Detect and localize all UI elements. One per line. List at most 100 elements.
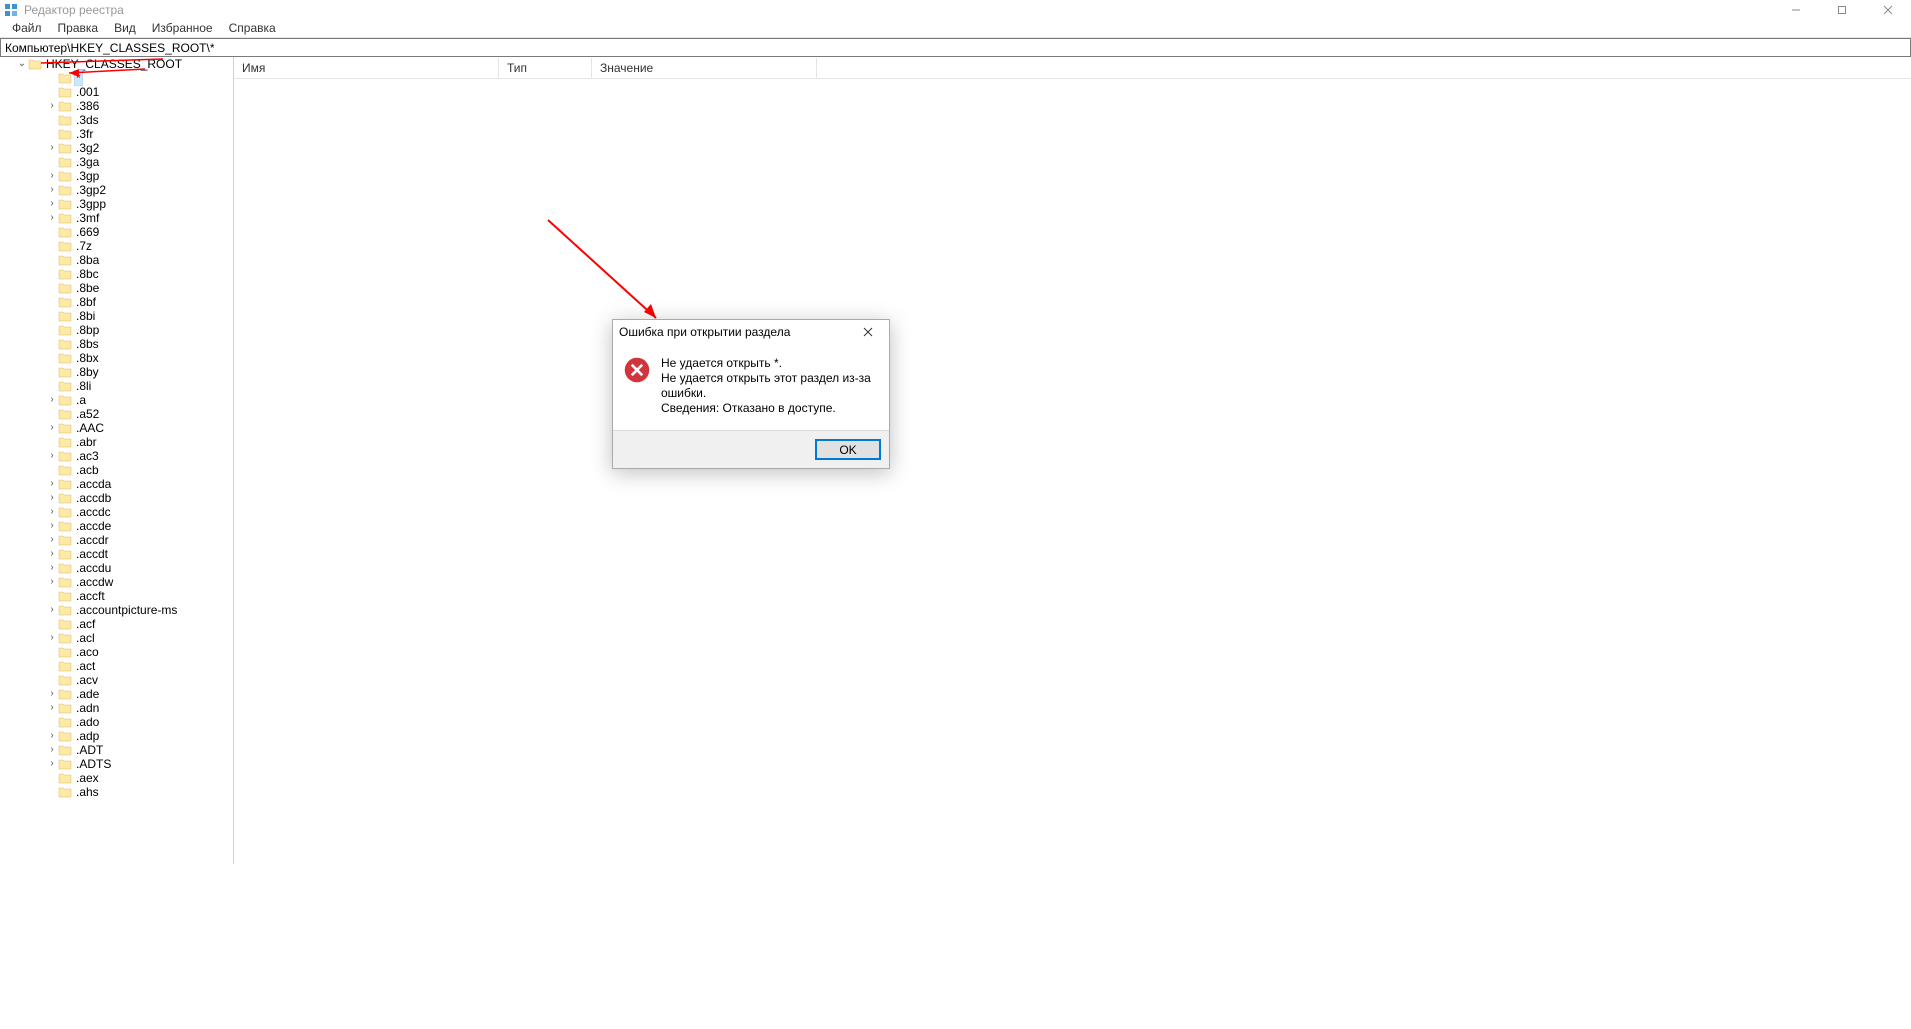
tree-item[interactable]: ›.acl [30, 631, 233, 645]
chevron-right-icon[interactable]: › [46, 141, 58, 155]
tree-item[interactable]: .act [30, 659, 233, 673]
menu-help[interactable]: Справка [221, 19, 284, 37]
chevron-right-icon[interactable]: › [46, 575, 58, 589]
tree-item[interactable]: .acv [30, 673, 233, 687]
tree-item[interactable]: .8bf [30, 295, 233, 309]
tree-item[interactable]: ›.accda [30, 477, 233, 491]
tree-item[interactable]: ›.accountpicture-ms [30, 603, 233, 617]
chevron-right-icon[interactable]: › [46, 99, 58, 113]
ok-button[interactable]: OK [815, 439, 881, 460]
tree-item[interactable]: ›.accdu [30, 561, 233, 575]
chevron-right-icon[interactable]: › [46, 533, 58, 547]
close-button[interactable] [1865, 0, 1911, 19]
folder-icon [58, 730, 72, 742]
tree-item[interactable]: .001 [30, 85, 233, 99]
tree-item[interactable]: * [30, 71, 233, 85]
tree-item[interactable]: .8bc [30, 267, 233, 281]
chevron-right-icon[interactable]: › [46, 519, 58, 533]
chevron-right-icon[interactable]: › [46, 505, 58, 519]
chevron-right-icon[interactable]: › [46, 491, 58, 505]
tree-item[interactable]: .accft [30, 589, 233, 603]
tree-item[interactable]: .3fr [30, 127, 233, 141]
tree-item[interactable]: ›.adp [30, 729, 233, 743]
menu-view[interactable]: Вид [106, 19, 144, 37]
chevron-right-icon[interactable]: › [46, 449, 58, 463]
tree-item[interactable]: .3ds [30, 113, 233, 127]
tree-item[interactable]: .8bi [30, 309, 233, 323]
tree-item[interactable]: .8bx [30, 351, 233, 365]
tree-item[interactable]: .7z [30, 239, 233, 253]
tree-item[interactable]: .669 [30, 225, 233, 239]
tree-item[interactable]: .ado [30, 715, 233, 729]
tree-item[interactable]: .aco [30, 645, 233, 659]
tree-item[interactable]: ›.accdc [30, 505, 233, 519]
tree-item[interactable]: .acf [30, 617, 233, 631]
tree-panel[interactable]: ⌄ HKEY_CLASSES_ROOT *.001›.386.3ds.3fr›.… [0, 57, 234, 864]
tree-item[interactable]: .8ba [30, 253, 233, 267]
tree-item[interactable]: .ahs [30, 785, 233, 799]
tree-item[interactable]: › .386 [30, 99, 233, 113]
tree-item[interactable]: ›.a [30, 393, 233, 407]
tree-item[interactable]: ›.3gp [30, 169, 233, 183]
tree-item[interactable]: ›.AAC [30, 421, 233, 435]
tree-item[interactable]: ›.ADTS [30, 757, 233, 771]
chevron-right-icon[interactable]: › [46, 631, 58, 645]
tree-item-label: .8be [74, 281, 101, 295]
tree-root-node[interactable]: ⌄ HKEY_CLASSES_ROOT [16, 57, 233, 71]
tree-item[interactable]: ›.accdw [30, 575, 233, 589]
column-name[interactable]: Имя [234, 58, 499, 78]
chevron-down-icon[interactable]: ⌄ [16, 57, 28, 71]
column-type[interactable]: Тип [499, 58, 592, 78]
tree-item[interactable]: ›.accdt [30, 547, 233, 561]
chevron-right-icon[interactable]: › [46, 183, 58, 197]
chevron-right-icon[interactable]: › [46, 561, 58, 575]
tree-item[interactable]: ›.3mf [30, 211, 233, 225]
chevron-right-icon[interactable]: › [46, 477, 58, 491]
tree-item[interactable]: ›.adn [30, 701, 233, 715]
tree-item[interactable]: .8be [30, 281, 233, 295]
chevron-right-icon[interactable]: › [46, 603, 58, 617]
tree-item[interactable]: .abr [30, 435, 233, 449]
tree-item[interactable]: .8by [30, 365, 233, 379]
menu-file[interactable]: Файл [4, 19, 50, 37]
chevron-right-icon[interactable]: › [46, 687, 58, 701]
tree-item[interactable]: › .accde [30, 519, 233, 533]
chevron-right-icon[interactable]: › [46, 211, 58, 225]
chevron-right-icon[interactable]: › [46, 393, 58, 407]
tree-item[interactable]: ›.accdr [30, 533, 233, 547]
tree-item-label: .386 [74, 99, 101, 113]
menu-favorites[interactable]: Избранное [144, 19, 221, 37]
minimize-button[interactable] [1773, 0, 1819, 19]
tree-item[interactable]: ›.ADT [30, 743, 233, 757]
tree-item[interactable]: ›.ade [30, 687, 233, 701]
list-panel[interactable]: Имя Тип Значение [234, 57, 1911, 864]
column-value[interactable]: Значение [592, 58, 817, 78]
tree-item[interactable]: ›.ac3 [30, 449, 233, 463]
tree-item[interactable]: ›.3gp2 [30, 183, 233, 197]
chevron-right-icon[interactable]: › [46, 701, 58, 715]
tree-item-label: .accde [74, 519, 113, 533]
chevron-right-icon[interactable]: › [46, 729, 58, 743]
maximize-button[interactable] [1819, 0, 1865, 19]
chevron-right-icon[interactable]: › [46, 197, 58, 211]
chevron-right-icon[interactable]: › [46, 547, 58, 561]
tree-item[interactable]: ›.3gpp [30, 197, 233, 211]
tree-item[interactable]: .aex [30, 771, 233, 785]
tree-item[interactable]: › .accdb [30, 491, 233, 505]
tree-item[interactable]: .a52 [30, 407, 233, 421]
chevron-right-icon[interactable]: › [46, 743, 58, 757]
tree-item[interactable]: ›.3g2 [30, 141, 233, 155]
tree-item[interactable]: .8li [30, 379, 233, 393]
tree-item[interactable]: .8bp [30, 323, 233, 337]
dialog-close-button[interactable] [853, 321, 883, 343]
tree-item[interactable]: .acb [30, 463, 233, 477]
menu-edit[interactable]: Правка [50, 19, 107, 37]
chevron-right-icon[interactable]: › [46, 757, 58, 771]
dialog-titlebar[interactable]: Ошибка при открытии раздела [613, 320, 889, 344]
chevron-right-icon[interactable]: › [46, 169, 58, 183]
address-input[interactable] [1, 39, 1910, 56]
chevron-right-icon[interactable]: › [46, 421, 58, 435]
tree-item[interactable]: .3ga [30, 155, 233, 169]
tree-item[interactable]: .8bs [30, 337, 233, 351]
tree-item-label: .accdb [74, 491, 113, 505]
